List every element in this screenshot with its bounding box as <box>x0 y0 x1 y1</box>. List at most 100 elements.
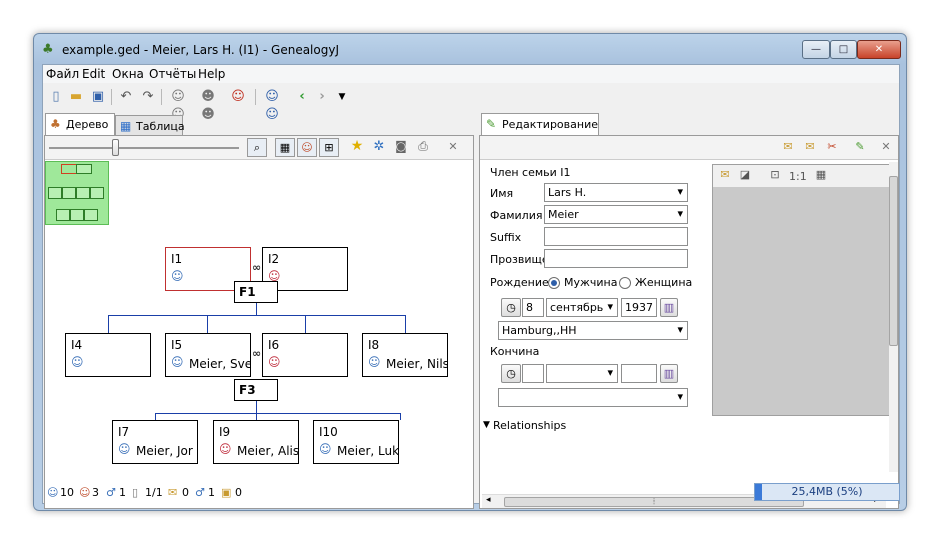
grid-view-icon[interactable]: ▦ <box>275 138 295 157</box>
menu-windows[interactable]: Окна <box>112 67 144 81</box>
back-arrow-icon[interactable]: ‹ <box>293 88 311 106</box>
image-properties-icon[interactable]: ▦ <box>811 166 831 185</box>
birth-place-field[interactable]: Hamburg,,HH <box>498 321 688 340</box>
calendar-icon[interactable]: ▥ <box>660 298 678 317</box>
expand-triangle-icon[interactable]: ▼ <box>483 420 490 430</box>
person-card-i4[interactable]: I4 ☺ <box>65 333 151 377</box>
death-month-select[interactable] <box>546 364 618 383</box>
death-year-field[interactable] <box>621 364 657 383</box>
zoom-1to1-label[interactable]: 1:1 <box>789 170 807 183</box>
menu-reports[interactable]: Отчёты <box>149 67 196 81</box>
media-image-pane[interactable]: ✉ ◪ ⊡ 1:1 ▦ <box>712 164 890 416</box>
male-icon: ☺ <box>171 355 184 369</box>
minimap-node <box>48 187 62 199</box>
clock-icon[interactable]: ◷ <box>501 298 521 317</box>
surname-field[interactable]: Meier <box>544 205 688 224</box>
camera-icon[interactable]: ◙ <box>391 138 411 157</box>
family-card-f1[interactable]: F1 <box>234 281 278 303</box>
tab-table[interactable]: ▦ Таблица <box>115 115 185 135</box>
zoom-slider-track[interactable] <box>49 147 239 149</box>
minimap-node <box>76 187 90 199</box>
close-view-icon[interactable]: ✕ <box>876 138 896 157</box>
tab-tree[interactable]: ♣ Дерево <box>45 113 115 136</box>
tab-edit[interactable]: ✎ Редактирование <box>481 113 599 136</box>
maximize-button[interactable]: □ <box>830 40 857 59</box>
family-count: 1 <box>119 486 126 499</box>
vertical-scroll-thumb[interactable] <box>889 176 898 346</box>
redo-icon[interactable]: ↷ <box>139 88 157 106</box>
death-day-field[interactable] <box>522 364 544 383</box>
person-count: 10 <box>60 486 74 499</box>
undo-icon[interactable]: ↶ <box>117 88 135 106</box>
given-name-field[interactable]: Lars H. <box>544 183 688 202</box>
open-folder-icon[interactable]: ▬ <box>67 88 85 106</box>
pencil-icon[interactable]: ✎ <box>850 138 870 157</box>
calendar-icon[interactable]: ▥ <box>660 364 678 383</box>
tree-connector <box>256 401 257 413</box>
vertical-scrollbar[interactable] <box>889 162 898 472</box>
birth-month-select[interactable]: сентябрь <box>546 298 618 317</box>
person-card-i10[interactable]: I10 ☺ Meier, Luk <box>313 420 399 464</box>
clock-icon[interactable]: ◷ <box>501 364 521 383</box>
dropdown-icon[interactable]: ▼ <box>333 88 351 106</box>
tree-canvas[interactable]: I1 ☺ ∞ I2 ☺ F1 I4 ☺ I5 ☺ Meier, Sve ∞ I6… <box>45 161 473 507</box>
minimize-button[interactable]: — <box>802 40 830 59</box>
relationships-label[interactable]: Relationships <box>493 419 566 432</box>
add-note-icon[interactable]: ✉ <box>778 138 798 157</box>
fold-icon[interactable]: ⊞ <box>319 138 339 157</box>
death-place-field[interactable] <box>498 388 688 407</box>
close-window-button[interactable]: ✕ <box>857 40 901 59</box>
people-icon[interactable]: ☺☺ <box>169 88 187 122</box>
birth-day-field[interactable]: 8 <box>522 298 544 317</box>
status-bar: ☺ 10 ☺ 3 ♂ 1 ▯ 1/1 ✉ 0 ♂ 1 ▣ 0 25,4MB (5… <box>43 483 900 503</box>
memory-fill-bar <box>755 484 762 500</box>
edit-toolbar: ✉ ✉ ✂ ✎ ✕ <box>480 136 898 160</box>
new-file-icon[interactable]: ▯ <box>47 88 65 106</box>
person-id: I7 <box>118 425 130 439</box>
person-card-i9[interactable]: I9 ☺ Meier, Alis <box>213 420 299 464</box>
tree-connector <box>400 413 401 420</box>
person-card-i7[interactable]: I7 ☺ Meier, Jor <box>112 420 198 464</box>
delete-image-icon[interactable]: ◪ <box>735 166 755 185</box>
print-icon[interactable]: ⎙ <box>413 138 433 157</box>
sex-male-radio[interactable] <box>548 277 560 289</box>
tree-toolbar: ⌕ ▦ ☺ ⊞ ★ ✲ ◙ ⎙ ✕ <box>45 136 473 160</box>
tree-overview-minimap[interactable] <box>45 161 109 225</box>
family-icon[interactable]: ☻☻ <box>199 88 217 122</box>
zoom-magnifier-icon[interactable]: ⌕ <box>247 138 267 157</box>
add-person-icon[interactable]: ☺ <box>229 88 247 106</box>
menu-edit[interactable]: Edit <box>82 67 105 81</box>
memory-indicator[interactable]: 25,4MB (5%) <box>754 483 900 501</box>
star-bookmark-icon[interactable]: ★ <box>347 138 367 157</box>
nickname-field[interactable] <box>544 249 688 268</box>
minimap-viewport <box>61 164 77 174</box>
suffix-field[interactable] <box>544 227 688 246</box>
relatives-icon[interactable]: ☺☺ <box>263 88 281 122</box>
window-title: example.ged - Meier, Lars H. (I1) - Gene… <box>62 43 339 57</box>
birth-year-field[interactable]: 1937 <box>621 298 657 317</box>
fit-image-icon[interactable]: ⊡ <box>765 166 785 185</box>
edit-note-icon[interactable]: ✉ <box>800 138 820 157</box>
person-card-i5[interactable]: I5 ☺ Meier, Sve <box>165 333 251 377</box>
menu-file[interactable]: Файл <box>46 67 79 81</box>
person-name: Meier, Jor <box>136 444 193 458</box>
source-count: 0 <box>235 486 242 499</box>
save-icon[interactable]: ▣ <box>89 88 107 106</box>
forward-arrow-icon[interactable]: › <box>313 88 331 106</box>
title-bar[interactable]: ♣ example.ged - Meier, Lars H. (I1) - Ge… <box>34 34 906 64</box>
media-icon: ♂ <box>195 486 205 499</box>
minimap-node <box>70 209 84 221</box>
menu-help[interactable]: Help <box>198 67 225 81</box>
person-view-icon[interactable]: ☺ <box>297 138 317 157</box>
person-card-i6[interactable]: I6 ☺ <box>262 333 348 377</box>
close-view-icon[interactable]: ✕ <box>443 138 463 157</box>
person-card-i8[interactable]: I8 ☺ Meier, Nils <box>362 333 448 377</box>
zoom-slider-thumb[interactable] <box>112 139 119 156</box>
gear-icon[interactable]: ✲ <box>369 138 389 157</box>
sex-male-label: Мужчина <box>564 276 618 289</box>
add-image-icon[interactable]: ✉ <box>715 166 735 185</box>
sex-female-radio[interactable] <box>619 277 631 289</box>
family-card-f3[interactable]: F3 <box>234 379 278 401</box>
surname-value: Meier <box>548 208 579 221</box>
tools-icon[interactable]: ✂ <box>822 138 842 157</box>
